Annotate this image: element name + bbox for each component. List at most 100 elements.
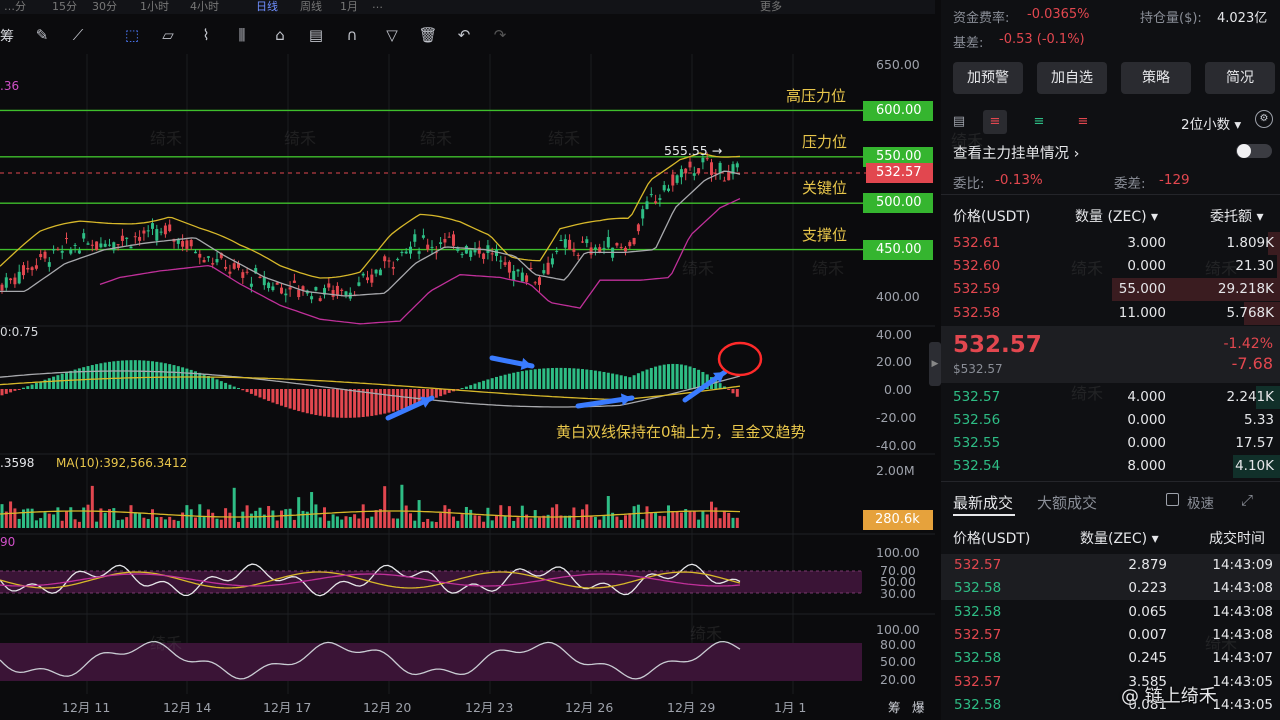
candle-body xyxy=(619,246,623,248)
tab-large-trades[interactable]: 大额成交 xyxy=(1037,492,1097,513)
volume-bar xyxy=(469,509,473,528)
candle-body xyxy=(211,263,215,265)
settings-gear-icon[interactable]: ⚙ xyxy=(1255,110,1273,128)
basis-value: -0.53 (-0.1%) xyxy=(999,32,1085,47)
candle-body xyxy=(163,225,167,235)
candle-body xyxy=(576,254,580,256)
tab-timeframe-active[interactable]: 日线 xyxy=(256,0,278,14)
candle-body xyxy=(679,169,683,178)
tab-timeframe[interactable]: … xyxy=(372,0,383,11)
tab-timeframe[interactable]: …分 xyxy=(4,0,26,14)
volume-bar xyxy=(679,512,683,528)
chip-label[interactable]: 筹 xyxy=(0,26,14,46)
orderbook-bids-icon[interactable]: ≡ xyxy=(1027,110,1051,134)
candle-body xyxy=(331,290,335,297)
volume-bar xyxy=(430,521,434,528)
decimals-select[interactable]: 2位小数 ▾ xyxy=(1181,113,1241,133)
trade-price: 532.58 xyxy=(954,580,1002,596)
ob-header-qty[interactable]: 数量 (ZEC) ▾ xyxy=(1075,206,1158,226)
macd-bar xyxy=(52,376,56,389)
macd-bar xyxy=(258,389,262,398)
collapse-panel-handle[interactable]: ▶ xyxy=(929,342,941,386)
lock-icon[interactable]: ⌂ xyxy=(270,25,290,45)
brush-icon[interactable]: ⌇ xyxy=(196,25,216,45)
bid-row[interactable]: 532.54 8.000 4.10K xyxy=(941,455,1280,478)
kdj-axis-label: 50.00 xyxy=(880,654,916,669)
bid-row[interactable]: 532.56 0.000 5.33 xyxy=(941,409,1280,432)
volume-bar xyxy=(17,518,21,528)
undo-icon[interactable]: ↶ xyxy=(454,25,474,45)
open-interest-value: 4.023亿 xyxy=(1217,11,1268,26)
volume-bar xyxy=(249,513,253,528)
kline-chart[interactable] xyxy=(0,54,935,720)
draw-icon[interactable]: ✎ xyxy=(32,25,52,45)
trade-header-qty[interactable]: 数量(ZEC) ▾ xyxy=(1080,528,1159,548)
trash-icon[interactable]: 🗑 xyxy=(418,25,438,45)
expand-icon[interactable]: ⤢ xyxy=(1241,491,1253,509)
trade-price: 532.57 xyxy=(954,627,1002,643)
magnet-icon[interactable]: ∩ xyxy=(342,25,362,45)
bid-row[interactable]: 532.57 4.000 2.241K xyxy=(941,386,1280,409)
tab-latest-trades[interactable]: 最新成交 xyxy=(953,492,1013,513)
candle-body xyxy=(593,247,597,250)
volume-bar xyxy=(581,509,584,528)
tab-timeframe[interactable]: 4小时 xyxy=(190,0,219,14)
redo-icon[interactable]: ↷ xyxy=(490,25,510,45)
macd-bar xyxy=(516,371,520,389)
strategy-button[interactable]: 策略 xyxy=(1121,62,1191,94)
candle-body xyxy=(361,273,365,276)
chart-pane[interactable]: …分 15分 30分 1小时 4小时 日线 周线 1月 … 更多 筹 ✎ ⟋ ⬚… xyxy=(0,0,935,720)
macd-bar xyxy=(292,389,296,410)
date-label: 12月 14 xyxy=(163,700,212,715)
select-icon[interactable]: ⬚ xyxy=(122,25,142,45)
orderbook-default-icon[interactable]: ≡ xyxy=(983,110,1007,134)
candle-body xyxy=(391,267,395,269)
tab-timeframe[interactable]: 1小时 xyxy=(140,0,169,14)
volume-bar xyxy=(572,507,576,528)
rsi-panel xyxy=(0,563,862,597)
candle-body xyxy=(245,271,249,273)
main-orders-toggle[interactable] xyxy=(1236,144,1272,158)
tab-timeframe[interactable]: 15分 xyxy=(52,0,77,14)
macd-bar xyxy=(142,360,146,389)
volume-bar xyxy=(366,518,369,528)
ohlc-icon[interactable]: ⫼ xyxy=(232,25,252,45)
candle-body xyxy=(460,254,464,256)
filter-icon[interactable]: ▽ xyxy=(382,25,402,45)
speed-checkbox[interactable] xyxy=(1166,493,1179,506)
date-label: 12月 20 xyxy=(363,700,412,715)
orderbook-asks-icon[interactable]: ≡ xyxy=(1071,110,1095,134)
add-watchlist-button[interactable]: 加自选 xyxy=(1037,62,1107,94)
trend-line-icon[interactable]: ⟋ xyxy=(68,25,88,45)
ask-row[interactable]: 532.61 3.000 1.809K xyxy=(941,232,1280,255)
macd-bar xyxy=(731,389,735,394)
ob-header-total[interactable]: 委托额 ▾ xyxy=(1210,206,1263,226)
bid-row[interactable]: 532.55 0.000 17.57 xyxy=(941,432,1280,455)
watermark: 绮禾 xyxy=(1205,634,1238,653)
ask-row[interactable]: 532.59 55.000 29.218K xyxy=(941,278,1280,301)
ruler-icon[interactable]: ▱ xyxy=(158,25,178,45)
candle-body xyxy=(559,239,563,241)
volume-bar xyxy=(146,518,150,528)
trade-header-price: 价格(USDT) xyxy=(953,531,1031,547)
tab-timeframe[interactable]: 周线 xyxy=(300,0,322,14)
candle-body xyxy=(43,251,47,259)
chip-distribution-button[interactable]: 筹 xyxy=(888,697,901,716)
overview-button[interactable]: 简况 xyxy=(1205,62,1275,94)
note-icon[interactable]: ▤ xyxy=(306,25,326,45)
candle-body xyxy=(90,244,94,246)
volume-bar xyxy=(194,517,197,528)
candle-body xyxy=(103,243,107,247)
level-label-resistance: 压力位 xyxy=(802,133,848,151)
add-alert-button[interactable]: 加预警 xyxy=(953,62,1023,94)
ask-total: 5.768K xyxy=(1226,305,1274,321)
timeframe-tabs[interactable]: …分 15分 30分 1小时 4小时 日线 周线 1月 … 更多 xyxy=(0,0,935,14)
tab-more[interactable]: 更多 xyxy=(760,0,782,14)
macd-bar xyxy=(47,378,51,389)
liquidation-button[interactable]: 爆 xyxy=(912,697,925,716)
ask-row[interactable]: 532.58 11.000 5.768K xyxy=(941,302,1280,325)
tab-timeframe[interactable]: 30分 xyxy=(92,0,117,14)
tab-timeframe[interactable]: 1月 xyxy=(340,0,358,14)
candle-body xyxy=(417,251,421,254)
macd-bar xyxy=(314,389,318,416)
